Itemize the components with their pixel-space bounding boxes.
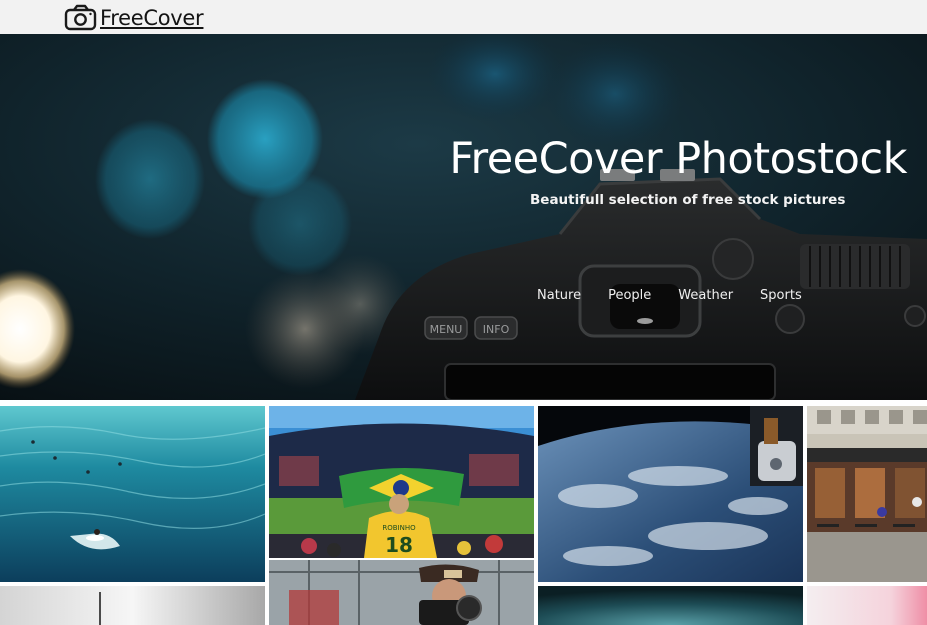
grey-pole-photo: [0, 586, 265, 625]
photographer-photo: [269, 560, 534, 625]
gallery-photo-grey-pole[interactable]: [0, 586, 265, 625]
nav-link-people[interactable]: People: [608, 288, 651, 303]
hero-title: FreeCover Photostock: [449, 134, 907, 184]
cafe-photo: [807, 406, 927, 582]
top-bar: FreeCover: [0, 0, 927, 34]
nav-link-sports[interactable]: Sports: [760, 288, 802, 303]
camera-info-label: INFO: [483, 323, 510, 336]
surfers-photo: [0, 406, 265, 582]
hero-background-image: MENU INFO: [0, 34, 927, 400]
nav-link-weather[interactable]: Weather: [678, 288, 733, 303]
nav-link-nature[interactable]: Nature: [537, 288, 581, 303]
shirt-number: 18: [385, 533, 413, 557]
gallery-photo-football-fan[interactable]: ROBINHO 18: [269, 406, 534, 558]
photo-gallery: ROBINHO 18: [0, 400, 927, 625]
category-nav: Nature People Weather Sports: [537, 288, 829, 303]
brand-link[interactable]: FreeCover: [64, 4, 204, 32]
gallery-photo-teal-abstract[interactable]: [538, 586, 803, 625]
hero-subtitle: Beautifull selection of free stock pictu…: [530, 192, 846, 208]
gallery-photo-cafe[interactable]: [807, 406, 927, 582]
pink-blur-photo: [807, 586, 927, 625]
hero-banner: MENU INFO FreeCover Photostock Beautiful…: [0, 34, 927, 400]
gallery-photo-photographer[interactable]: [269, 560, 534, 625]
gallery-photo-pink-blur[interactable]: [807, 586, 927, 625]
gallery-photo-earth[interactable]: [538, 406, 803, 582]
earth-photo: [538, 406, 803, 582]
teal-abstract-photo: [538, 586, 803, 625]
camera-menu-label: MENU: [430, 323, 463, 336]
brand-name: FreeCover: [100, 6, 204, 30]
football-fan-photo: ROBINHO 18: [269, 406, 534, 558]
shirt-name: ROBINHO: [382, 524, 416, 532]
camera-icon: [64, 4, 97, 31]
gallery-photo-surfers[interactable]: [0, 406, 265, 582]
